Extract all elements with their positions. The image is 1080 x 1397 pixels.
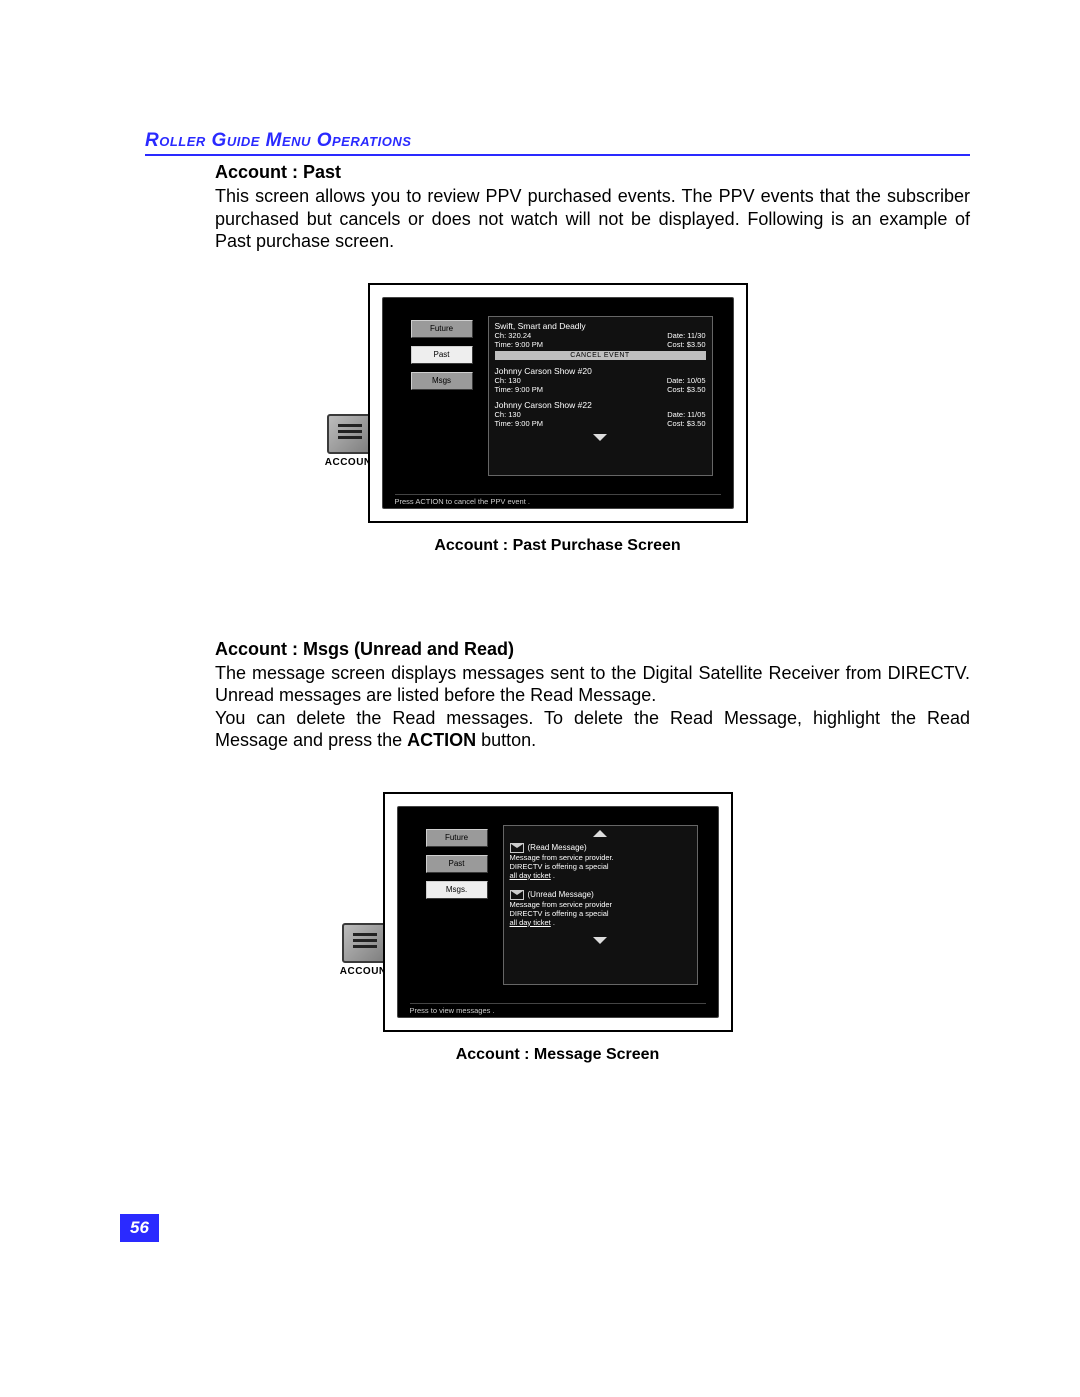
message-line: DIRECTV is offering a special [510, 909, 691, 918]
event-title: Johnny Carson Show #20 [495, 366, 706, 376]
event-list-panel: Swift, Smart and Deadly Ch: 320.24 Date: … [488, 316, 713, 476]
subhead-account-past: Account : Past [215, 162, 970, 183]
message-line: Message from service provider. [510, 853, 691, 862]
side-btn-msgs[interactable]: Msgs. [426, 881, 488, 899]
event-time: Time: 9:00 PM [495, 385, 544, 394]
page: Roller Guide Menu Operations Account : P… [0, 0, 1080, 1397]
event-item[interactable]: Johnny Carson Show #22 Ch: 130 Date: 11/0… [495, 400, 706, 428]
chevron-up-icon[interactable] [593, 830, 607, 837]
event-time: Time: 9:00 PM [495, 419, 544, 428]
message-line: all day ticket . [510, 871, 691, 880]
event-item[interactable]: Swift, Smart and Deadly Ch: 320.24 Date: … [495, 321, 706, 360]
cancel-event-button[interactable]: CANCEL EVENT [495, 351, 706, 360]
side-btn-past[interactable]: Past [411, 346, 473, 364]
figure-2-wrap: ACCOUNT Future Past Msgs. (Read M [145, 792, 970, 1032]
figure-1-wrap: ACCOUNT Future Past Msgs Swift, Smart an… [145, 283, 970, 523]
event-date: Date: 10/05 [667, 376, 706, 385]
message-line: Message from service provider [510, 900, 691, 909]
figure-message-screen: Future Past Msgs. (Read Message) Message… [383, 792, 733, 1032]
side-button-column: Future Past Msgs. [426, 829, 488, 899]
event-cost: Cost: $3.50 [667, 340, 705, 349]
tv-screen-msgs: Future Past Msgs. (Read Message) Message… [397, 806, 719, 1018]
body-account-past: This screen allows you to review PPV pur… [215, 185, 970, 253]
tv-screen-past: Future Past Msgs Swift, Smart and Deadly… [382, 297, 734, 509]
event-ch: Ch: 130 [495, 376, 521, 385]
message-item[interactable]: (Read Message) Message from service prov… [510, 843, 691, 880]
section-account-msgs: Account : Msgs (Unread and Read) The mes… [215, 639, 970, 752]
side-btn-msgs[interactable]: Msgs [411, 372, 473, 390]
side-btn-future[interactable]: Future [426, 829, 488, 847]
event-ch: Ch: 130 [495, 410, 521, 419]
mail-closed-icon [510, 890, 524, 900]
figure-2-caption: Account : Message Screen [145, 1046, 970, 1064]
side-button-column: Future Past Msgs [411, 320, 473, 390]
message-status: (Read Message) [528, 843, 587, 852]
chevron-down-icon[interactable] [593, 434, 607, 441]
hint-bar: Press ACTION to cancel the PPV event . [395, 494, 721, 506]
event-time: Time: 9:00 PM [495, 340, 544, 349]
figure-1-caption: Account : Past Purchase Screen [145, 537, 970, 555]
side-btn-future[interactable]: Future [411, 320, 473, 338]
event-title: Swift, Smart and Deadly [495, 321, 706, 331]
text-fragment: You can delete the Read messages. To del… [215, 708, 970, 751]
side-btn-past[interactable]: Past [426, 855, 488, 873]
body-account-msgs-2: You can delete the Read messages. To del… [215, 707, 970, 752]
action-bold: ACTION [407, 730, 476, 750]
event-ch: Ch: 320.24 [495, 331, 532, 340]
message-list-panel: (Read Message) Message from service prov… [503, 825, 698, 985]
event-cost: Cost: $3.50 [667, 419, 705, 428]
text-fragment: button. [476, 730, 536, 750]
page-number: 56 [120, 1214, 159, 1242]
event-item[interactable]: Johnny Carson Show #20 Ch: 130 Date: 10/0… [495, 366, 706, 394]
body-account-msgs-1: The message screen displays messages sen… [215, 662, 970, 707]
chevron-down-icon[interactable] [593, 937, 607, 944]
section-account-past: Account : Past This screen allows you to… [215, 162, 970, 253]
hint-bar: Press to view messages . [410, 1003, 706, 1015]
message-line: DIRECTV is offering a special [510, 862, 691, 871]
mail-open-icon [510, 843, 524, 853]
event-date: Date: 11/05 [667, 410, 705, 419]
message-status: (Unread Message) [528, 890, 594, 899]
message-item[interactable]: (Unread Message) Message from service pr… [510, 890, 691, 927]
message-line: all day ticket . [510, 918, 691, 927]
figure-past-purchase: Future Past Msgs Swift, Smart and Deadly… [368, 283, 748, 523]
event-cost: Cost: $3.50 [667, 385, 705, 394]
event-date: Date: 11/30 [667, 331, 705, 340]
event-title: Johnny Carson Show #22 [495, 400, 706, 410]
subhead-account-msgs: Account : Msgs (Unread and Read) [215, 639, 970, 660]
section-header: Roller Guide Menu Operations [145, 130, 970, 156]
